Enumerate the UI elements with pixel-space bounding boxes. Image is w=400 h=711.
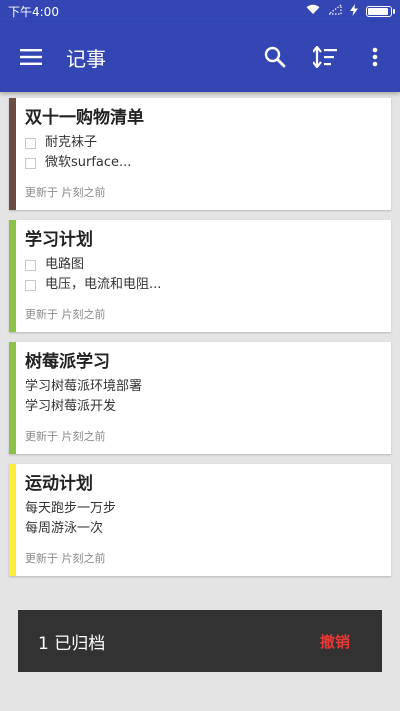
battery-icon: [366, 5, 395, 17]
line-text: 每周游泳一次: [25, 521, 104, 536]
line-text: 微软surface...: [45, 155, 132, 170]
search-button[interactable]: [250, 22, 300, 92]
line-text: 学习树莓派开发: [25, 399, 117, 414]
undo-button[interactable]: 撤销: [320, 631, 350, 652]
checklist-item: 电压，电流和电阻...: [25, 275, 379, 295]
line-text: 电压，电流和电阻...: [45, 277, 162, 292]
note-title: 双十一购物清单: [25, 108, 144, 128]
sort-button[interactable]: [300, 22, 350, 92]
checkbox-icon: [25, 157, 36, 169]
status-icons: [306, 3, 395, 19]
note-title: 学习计划: [25, 230, 93, 250]
search-icon: [264, 46, 286, 68]
checkbox-icon: [25, 137, 36, 149]
line-text: 电路图: [45, 257, 85, 272]
status-time: 下午4:00: [8, 4, 59, 19]
checklist-item: 微软surface...: [25, 153, 379, 173]
signal-icon: [327, 3, 342, 18]
note-card[interactable]: 双十一购物清单耐克袜子微软surface... 更新于 片刻之前: [9, 98, 391, 210]
sort-icon: [313, 46, 337, 68]
updated-timestamp: 更新于 片刻之前: [25, 308, 106, 321]
note-list: 双十一购物清单 耐克袜子 微软surface... 更新于 片刻之前 学习计划 电路图 电压…: [9, 98, 391, 586]
checkbox-icon: [25, 279, 36, 291]
wifi-icon: [306, 4, 320, 18]
battery-level: [368, 7, 388, 15]
more-vert-icon: [372, 47, 378, 67]
note-text-line: 学习树莓派环境部署: [25, 377, 379, 397]
note-title: 树莓派学习: [25, 352, 110, 372]
line-text: 学习树莓派环境部署: [25, 379, 143, 394]
updated-timestamp: 更新于 片刻之前: [25, 430, 106, 443]
note-card[interactable]: 树莓派学习学习树莓派环境部署 学习树莓派开发 更新于 片刻之前: [9, 342, 391, 454]
note-text-line: 每天跑步一万步: [25, 499, 379, 519]
snackbar-message: 1 已归档: [38, 633, 106, 654]
app-bar: 记事: [0, 22, 400, 92]
checklist-item: 耐克袜子: [25, 133, 379, 153]
updated-timestamp: 更新于 片刻之前: [25, 186, 106, 199]
updated-timestamp: 更新于 片刻之前: [25, 552, 106, 565]
note-text-line: 每周游泳一次: [25, 519, 379, 539]
note-card[interactable]: 学习计划电路图电压，电流和电阻... 更新于 片刻之前: [9, 220, 391, 332]
checkbox-icon: [25, 259, 36, 271]
charging-icon: [350, 3, 358, 19]
note-title: 运动计划: [25, 474, 93, 494]
page-title: 记事: [66, 46, 106, 71]
line-text: 每天跑步一万步: [25, 501, 117, 516]
more-options-button[interactable]: [350, 22, 400, 92]
hamburger-menu-icon: [20, 49, 42, 65]
status-bar: 下午4:00: [0, 0, 400, 22]
checklist-item: 电路图: [25, 255, 379, 275]
line-text: 耐克袜子: [45, 135, 98, 150]
note-text-line: 学习树莓派开发: [25, 397, 379, 417]
snackbar: 1 已归档 撤销: [18, 610, 382, 672]
note-card[interactable]: 运动计划每天跑步一万步 每周游泳一次 更新于 片刻之前: [9, 464, 391, 576]
menu-button[interactable]: [0, 22, 62, 92]
